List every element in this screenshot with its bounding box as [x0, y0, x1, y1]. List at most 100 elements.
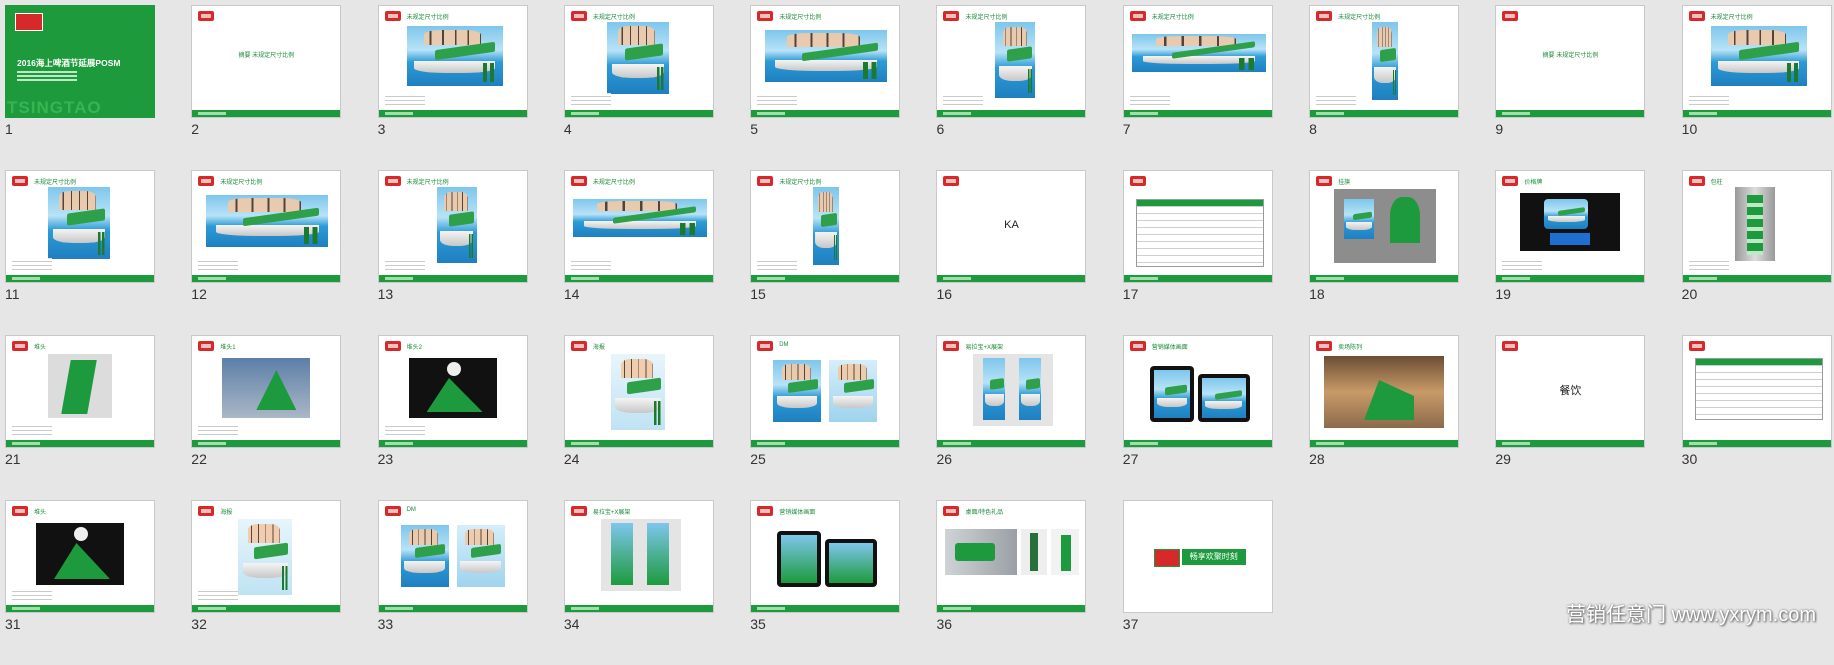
slide-footer-bar [378, 110, 527, 117]
slide-title: 堆头1 [220, 345, 236, 351]
slide-thumbnail-35[interactable]: 营销媒体画面 35 [750, 500, 901, 665]
slide-footer-bar [192, 110, 341, 117]
dm-front-image [773, 360, 822, 422]
slide-thumbnail-3[interactable]: 未规定尺寸比例 3 [377, 5, 528, 170]
slide-thumbnail-24[interactable]: 海报 24 [563, 335, 714, 500]
slide-notes-text [384, 258, 425, 272]
slide-title: 未规定尺寸比例 [592, 15, 635, 21]
slide-number: 14 [563, 286, 580, 302]
slide-preview: 未规定尺寸比例 [563, 170, 714, 283]
slide-footer-bar [192, 275, 341, 282]
slide-notes-text [943, 93, 984, 107]
slide-thumbnail-36[interactable]: 桌面/特色礼品 36 [936, 500, 1087, 665]
slide-thumbnail-25[interactable]: DM 25 [750, 335, 901, 500]
tsingtao-logo [1316, 11, 1333, 21]
slide-thumbnail-8[interactable]: 未规定尺寸比例 8 [1309, 5, 1460, 170]
slide-thumbnail-13[interactable]: 未规定尺寸比例 13 [377, 170, 528, 335]
slide-footer-bar [1310, 440, 1459, 447]
slide-thumbnail-14[interactable]: 未规定尺寸比例 14 [563, 170, 714, 335]
slide-thumbnail-26[interactable]: 易拉宝+X展架 26 [936, 335, 1087, 500]
slide-thumbnail-2[interactable]: 摘要 未规定尺寸比例 2 [191, 5, 342, 170]
slide-title: 未规定尺寸比例 [592, 180, 635, 186]
slide-center-text: KA [1004, 219, 1019, 231]
slide-thumbnail-30[interactable]: 30 [1681, 335, 1832, 500]
slide-number: 17 [1122, 286, 1139, 302]
slide-notes-text [757, 93, 798, 107]
tsingtao-logo [15, 13, 43, 31]
slide-thumbnail-31[interactable]: 堆头 31 [5, 500, 155, 665]
slide-preview: 堆头 [5, 335, 155, 448]
slide-number: 16 [936, 286, 953, 302]
slide-preview: 堆头2 [377, 335, 528, 448]
slide-footer-bar [564, 605, 713, 612]
slide-title: 堆头 [34, 345, 47, 351]
slide-thumbnail-5[interactable]: 未规定尺寸比例 5 [750, 5, 901, 170]
slide-thumbnail-33[interactable]: DM 33 [377, 500, 528, 665]
slide-title: 未规定尺寸比例 [406, 15, 449, 21]
slide-thumbnail-32[interactable]: 海报 32 [191, 500, 342, 665]
slide-notes-text [12, 423, 52, 437]
slide-preview: 2016海上啤酒节延展POSM TSINGTAO [5, 5, 155, 118]
slide-thumbnail-16[interactable]: KA 16 [936, 170, 1087, 335]
slide-thumbnail-12[interactable]: 未规定尺寸比例 12 [191, 170, 342, 335]
slide-center-text: 摘要 未规定尺寸比例 [238, 53, 295, 59]
slide-thumbnail-10[interactable]: 未规定尺寸比例 10 [1681, 5, 1832, 170]
slide-footer-bar [378, 275, 527, 282]
tsingtao-logo [1502, 176, 1519, 186]
slide-number: 10 [1681, 121, 1698, 137]
tablet-mockup [825, 539, 878, 587]
slide-title: 海报 [592, 345, 605, 351]
slide-thumbnail-27[interactable]: 营销媒体画面 27 [1122, 335, 1273, 500]
slide-thumbnail-6[interactable]: 未规定尺寸比例 6 [936, 5, 1087, 170]
slide-number: 28 [1309, 451, 1325, 467]
slide-number: 27 [1122, 451, 1139, 467]
tsingtao-logo [1502, 11, 1519, 21]
slide-footer-bar [937, 275, 1086, 282]
slide-thumbnail-17[interactable]: 17 [1122, 170, 1273, 335]
slide-preview: DM [377, 500, 528, 613]
slide-thumbnail-7[interactable]: 未规定尺寸比例 7 [1122, 5, 1273, 170]
tsingtao-logo [943, 176, 960, 186]
tsingtao-logo [384, 341, 401, 351]
slide-number: 29 [1495, 451, 1511, 467]
slide-thumbnail-20[interactable]: 包柱 20 [1681, 170, 1832, 335]
slide-footer-bar [378, 440, 527, 447]
tsingtao-logo [384, 11, 401, 21]
gift-photo [1021, 529, 1048, 575]
product-photo [1734, 187, 1775, 261]
slide-thumbnail-15[interactable]: 未规定尺寸比例 15 [750, 170, 901, 335]
slide-thumbnail-34[interactable]: 易拉宝+X展架 34 [563, 500, 714, 665]
slide-preview: 未规定尺寸比例 [5, 170, 155, 283]
slide-thumbnail-21[interactable]: 堆头 21 [5, 335, 155, 500]
slide-notes-text [384, 93, 425, 107]
slide-preview: 营销媒体画面 [1122, 335, 1273, 448]
slide-thumbnail-29[interactable]: 餐饮 29 [1495, 335, 1646, 500]
slide-notes-text [12, 588, 52, 602]
slide-footer-bar [1682, 110, 1831, 117]
slide-thumbnail-4[interactable]: 未规定尺寸比例 4 [563, 5, 714, 170]
slide-thumbnail-18[interactable]: 挂旗 18 [1309, 170, 1460, 335]
tsingtao-logo [198, 341, 215, 351]
slide-thumbnail-19[interactable]: 价格牌 19 [1495, 170, 1646, 335]
dm-back-image [456, 525, 505, 587]
slide-thumbnail-37[interactable]: 畅享欢聚时刻 37 [1122, 500, 1273, 665]
tsingtao-logo [1129, 341, 1146, 351]
slide-title: 未规定尺寸比例 [1338, 15, 1381, 21]
slide-preview: KA [936, 170, 1087, 283]
slide-footer-bar [751, 110, 900, 117]
tsingtao-logo [1153, 549, 1180, 567]
slide-number: 4 [563, 121, 572, 137]
slide-thumbnail-22[interactable]: 堆头1 22 [191, 335, 342, 500]
slide-thumbnail-1[interactable]: 2016海上啤酒节延展POSM TSINGTAO 1 [5, 5, 155, 170]
slide-preview: 未规定尺寸比例 [377, 170, 528, 283]
slide-thumbnail-23[interactable]: 堆头2 23 [377, 335, 528, 500]
slide-number: 25 [750, 451, 766, 467]
slide-thumbnail-11[interactable]: 未规定尺寸比例 11 [5, 170, 155, 335]
data-table [1135, 199, 1264, 267]
slide-preview: 摘要 未规定尺寸比例 [191, 5, 342, 118]
slide-thumbnail-28[interactable]: 卖场陈列 28 [1309, 335, 1460, 500]
slide-thumbnail-9[interactable]: 摘要 未规定尺寸比例 9 [1495, 5, 1646, 170]
slide-preview: 桌面/特色礼品 [936, 500, 1087, 613]
slide-number: 23 [377, 451, 394, 467]
slide-number: 26 [936, 451, 953, 467]
